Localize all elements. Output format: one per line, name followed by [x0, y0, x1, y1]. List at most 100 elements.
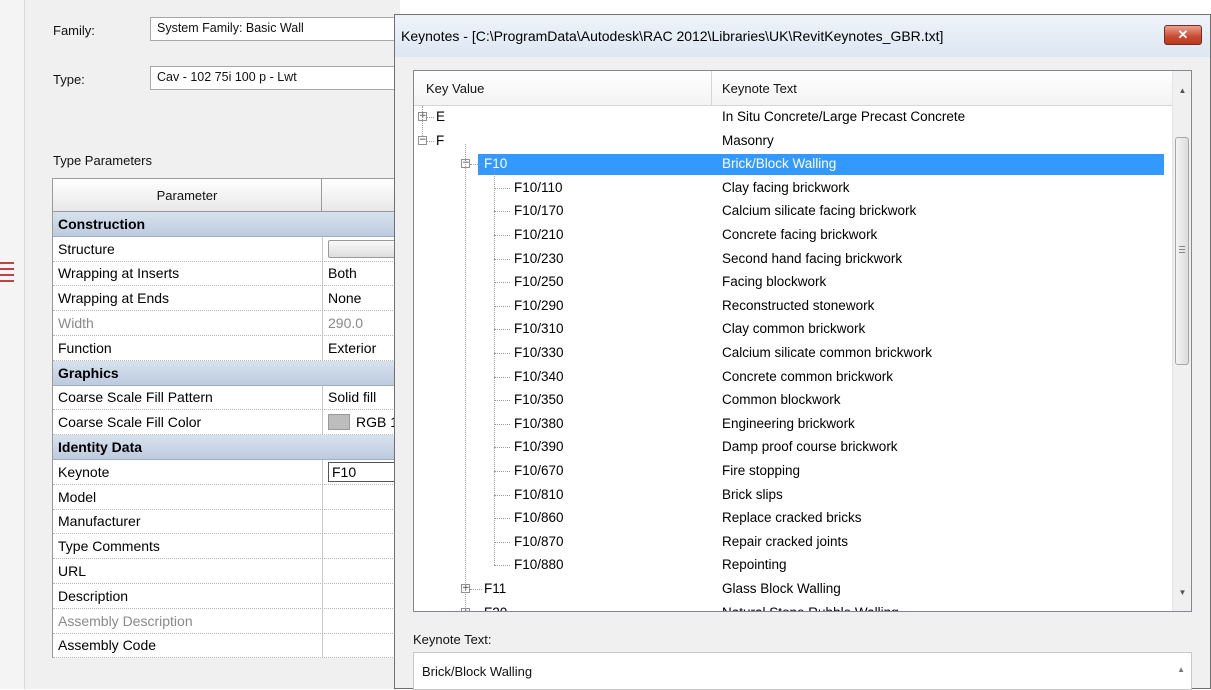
param-row-type-comments[interactable]: Type Comments [53, 534, 401, 560]
tree-row[interactable]: F10/880 Repointing [414, 554, 1172, 578]
tree-row[interactable]: F10/810 Brick slips [414, 484, 1172, 508]
group-identity-data[interactable]: Identity Data [53, 435, 401, 460]
partial-toolbar-icon [0, 262, 14, 298]
param-value[interactable]: Solid fill [323, 386, 401, 410]
keynote-field[interactable]: F10 [328, 461, 401, 482]
tree-row[interactable]: F10/290 Reconstructed stonework [414, 295, 1172, 319]
tree-row[interactable]: F10/310 Clay common brickwork [414, 318, 1172, 342]
tree-row[interactable]: F10/350 Common blockwork [414, 389, 1172, 413]
param-value[interactable]: F10 [323, 460, 401, 484]
scroll-up-arrow-icon[interactable]: ▲ [1177, 665, 1185, 674]
keynote-text-box[interactable]: Brick/Block Walling ▲ [413, 652, 1192, 690]
collapse-icon[interactable]: − [418, 135, 427, 145]
scroll-up-arrow-icon[interactable]: ▲ [1173, 81, 1191, 99]
tree-key: F10/110 [514, 179, 563, 195]
close-button[interactable]: ✕ [1164, 25, 1202, 45]
tree-key: F10/330 [514, 345, 564, 360]
param-row-width: Width 290.0 [53, 311, 401, 336]
family-label: Family: [53, 23, 95, 38]
param-value[interactable]: Exterior [323, 336, 401, 360]
tree-key: F10/310 [514, 321, 564, 337]
tree-row[interactable]: F10/340 Concrete common brickwork [414, 366, 1172, 390]
param-row-fill-color[interactable]: Coarse Scale Fill Color RGB 1 [53, 410, 401, 436]
tree-row[interactable]: + E In Situ Concrete/Large Precast Concret… [414, 106, 1172, 130]
param-row-url[interactable]: URL [53, 559, 401, 584]
param-row-fill-pattern[interactable]: Coarse Scale Fill Pattern Solid fill [53, 385, 401, 411]
param-value[interactable]: None [323, 286, 401, 310]
param-row-structure[interactable]: Structure [53, 236, 401, 262]
tree-connector [422, 106, 423, 136]
column-header-keynote-text[interactable]: Keynote Text [712, 71, 797, 105]
param-name: Wrapping at Inserts [53, 261, 323, 286]
tree-row[interactable]: F10/230 Second hand facing brickwork [414, 248, 1172, 272]
type-parameters-table: Parameter Construction Structure Wrappin… [52, 178, 401, 659]
tree-row[interactable]: + F11 Glass Block Walling [414, 578, 1172, 602]
keynotes-dialog: Keynotes - [C:\ProgramData\Autodesk\RAC … [394, 14, 1211, 690]
column-header-parameter[interactable]: Parameter [53, 179, 322, 211]
group-construction[interactable]: Construction [53, 212, 401, 237]
param-row-keynote[interactable]: Keynote F10 [53, 459, 401, 485]
tree-keynote-text: Clay common brickwork [722, 321, 866, 337]
param-value[interactable] [323, 485, 401, 509]
tree-connector [494, 518, 510, 520]
param-row-wrapping-inserts[interactable]: Wrapping at Inserts Both [53, 261, 401, 287]
tree-row[interactable]: F10/330 Calcium silicate common brickwork [414, 342, 1172, 366]
tree-keynote-text: Fire stopping [722, 463, 801, 478]
tree-keynote-text: Common blockwork [722, 392, 841, 408]
tree-row[interactable]: F10/170 Calcium silicate facing brickwork [414, 200, 1172, 224]
tree-row[interactable]: +F20Natural Stone Rubble Walling [414, 602, 1172, 611]
tree-key: F10 [484, 156, 508, 172]
group-graphics[interactable]: Graphics [53, 360, 401, 386]
param-row-assembly-code[interactable]: Assembly Code [53, 633, 401, 659]
dialog-title: Keynotes - [C:\ProgramData\Autodesk\RAC … [401, 28, 944, 44]
param-row-wrapping-ends[interactable]: Wrapping at Ends None [53, 286, 401, 312]
tree-key: F10/810 [514, 486, 564, 502]
tree-row[interactable]: F10/210 Concrete facing brickwork [414, 224, 1172, 248]
tree-row[interactable]: F10/380 Engineering brickwork [414, 413, 1172, 437]
param-row-model[interactable]: Model [53, 484, 401, 510]
tree-connector [494, 329, 510, 331]
tree-connector [427, 140, 434, 142]
tree-row[interactable]: F10/860 Replace cracked bricks [414, 507, 1172, 531]
param-value[interactable]: Both [323, 262, 401, 286]
type-dropdown[interactable]: Cav - 102 75i 100 p - Lwt [150, 66, 400, 90]
param-name: Assembly Code [53, 633, 323, 658]
param-value[interactable] [323, 584, 401, 608]
param-row-manufacturer[interactable]: Manufacturer [53, 509, 401, 535]
tree-scrollbar[interactable]: ▲ ▼ [1172, 71, 1191, 611]
tree-key: F10/860 [514, 510, 564, 526]
tree-row[interactable]: F10/110 Clay facing brickwork [414, 177, 1172, 201]
tree-key: F [436, 132, 445, 148]
tree-key: F10/380 [514, 415, 564, 431]
param-value[interactable]: RGB 1 [323, 410, 401, 434]
param-value[interactable] [323, 559, 401, 583]
edit-structure-button[interactable] [328, 239, 401, 258]
tree-row[interactable]: F10/390 Damp proof course brickwork [414, 436, 1172, 460]
title-bar[interactable]: Keynotes - [C:\ProgramData\Autodesk\RAC … [395, 15, 1210, 57]
type-label: Type: [53, 72, 85, 87]
param-value[interactable] [323, 237, 401, 261]
scroll-down-arrow-icon[interactable]: ▼ [1173, 583, 1191, 601]
keynote-tree[interactable]: Key Value Keynote Text + E In Situ Concret… [413, 70, 1192, 612]
column-header-key-value[interactable]: Key Value [414, 71, 712, 105]
tree-row[interactable]: F10/250 Facing blockwork [414, 271, 1172, 295]
param-row-description[interactable]: Description [53, 583, 401, 609]
param-value[interactable] [323, 510, 401, 534]
param-value[interactable] [323, 534, 401, 558]
tree-row[interactable]: F10/670 Fire stopping [414, 460, 1172, 484]
scroll-thumb[interactable] [1175, 137, 1189, 365]
tree-connector [494, 305, 510, 307]
tree-keynote-text: Repair cracked joints [722, 533, 849, 549]
tree-keynote-text: Facing blockwork [722, 274, 827, 290]
param-row-function[interactable]: Function Exterior [53, 335, 401, 361]
param-value[interactable] [323, 634, 401, 658]
tree-row[interactable]: − F Masonry [414, 130, 1172, 154]
tree-keynote-text: Brick/Block Walling [722, 156, 837, 172]
tree-row[interactable]: F10/870 Repair cracked joints [414, 531, 1172, 555]
tree-connector [494, 565, 510, 567]
param-name: Manufacturer [53, 509, 323, 534]
family-dropdown[interactable]: System Family: Basic Wall [150, 17, 400, 41]
tree-row[interactable]: − F10 Brick/Block Walling [414, 153, 1172, 177]
tree-keynote-text: In Situ Concrete/Large Precast Concrete [722, 109, 966, 124]
tree-key: F10/230 [514, 250, 564, 266]
